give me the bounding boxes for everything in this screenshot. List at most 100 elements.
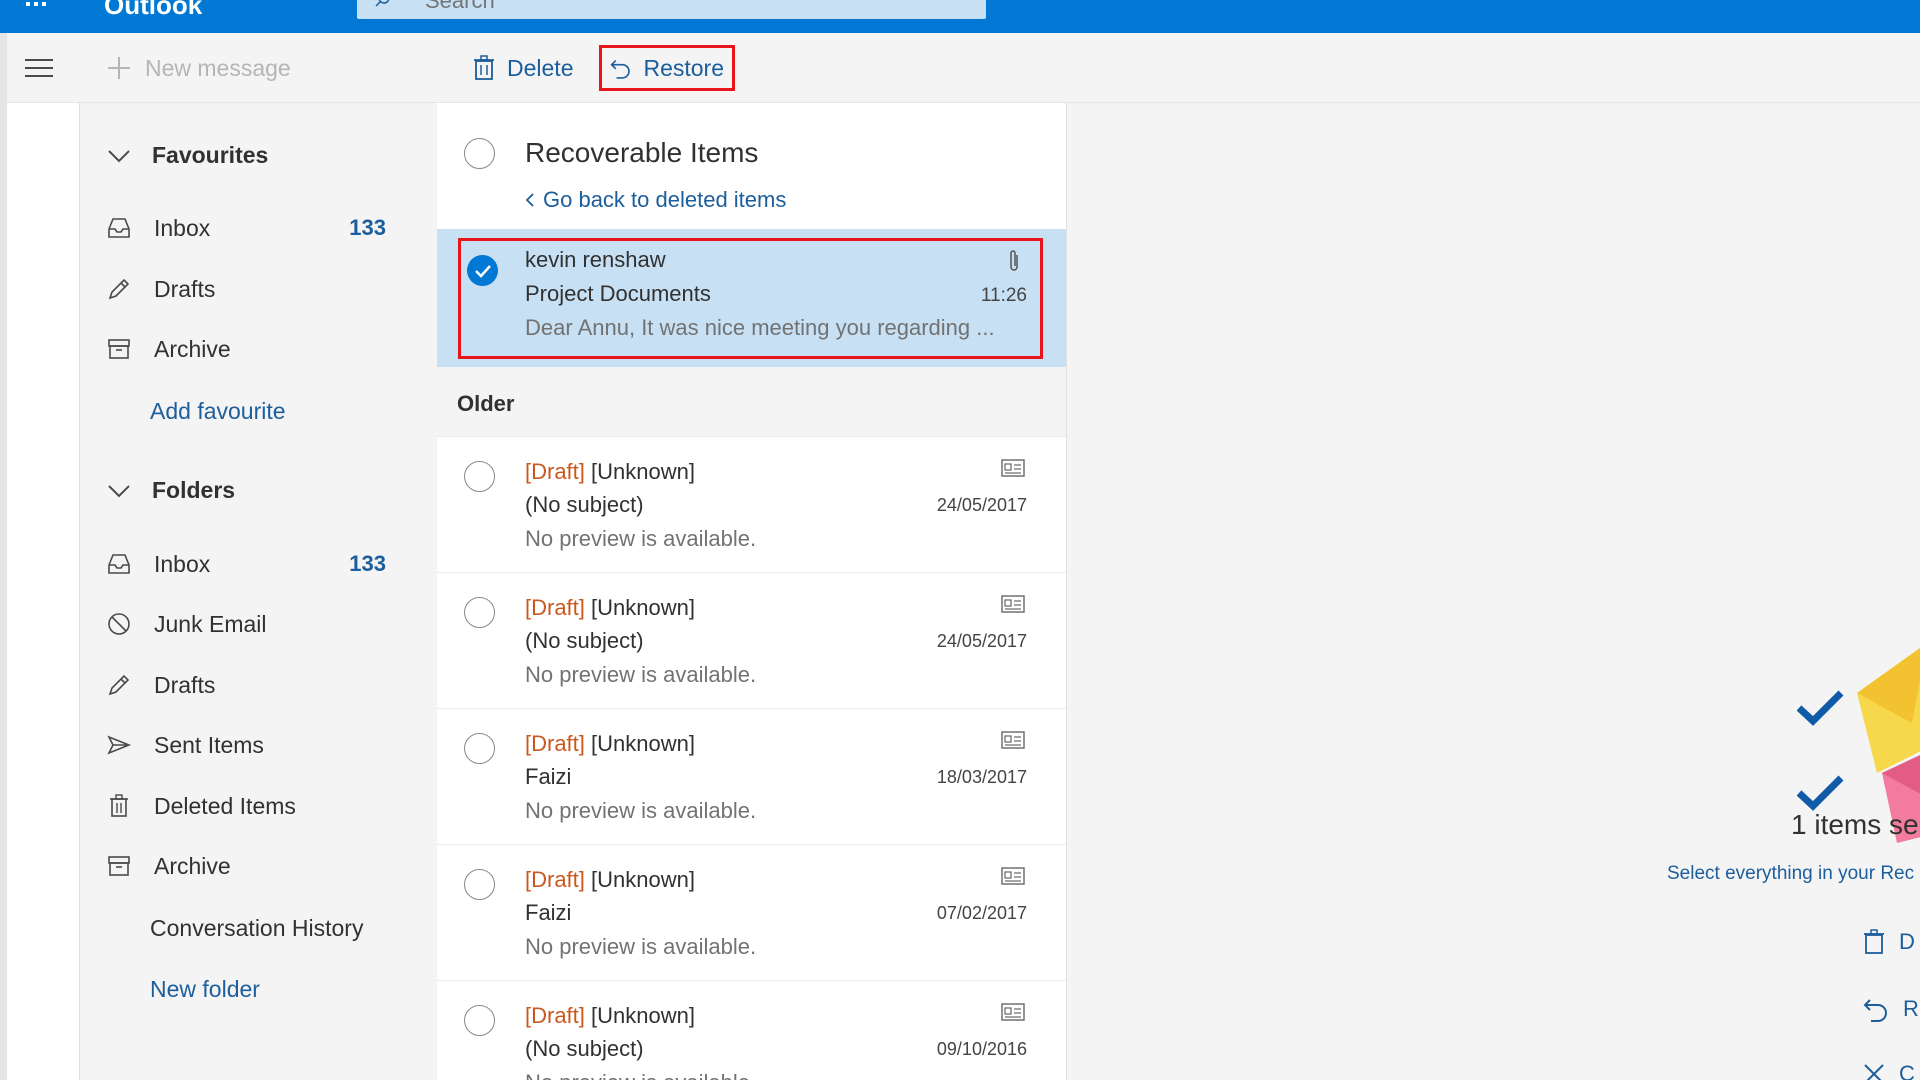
- contact-card-icon: [1001, 459, 1025, 477]
- sender-name: [Unknown]: [591, 459, 695, 484]
- delete-button[interactable]: Delete: [465, 45, 581, 91]
- nav-folder-inbox[interactable]: Inbox 133: [106, 544, 406, 584]
- plus-icon: [108, 57, 130, 79]
- message-date: 24/05/2017: [936, 495, 1027, 515]
- nav-item-label: Deleted Items: [154, 792, 296, 819]
- message-row[interactable]: [Draft] [Unknown] (No subject) 24/05/201…: [437, 437, 1066, 573]
- nav-folder-drafts[interactable]: Drafts: [106, 665, 406, 705]
- select-everything-link[interactable]: Select everything in your Rec: [1667, 863, 1914, 885]
- reading-cancel-label: C: [1899, 1061, 1915, 1080]
- message-checkbox[interactable]: [464, 597, 495, 628]
- message-checkbox[interactable]: [464, 869, 495, 900]
- message-date: 09/10/2016: [936, 1039, 1027, 1059]
- pencil-icon: [106, 672, 132, 698]
- nav-fav-drafts[interactable]: Drafts: [106, 269, 406, 309]
- inbox-icon: [106, 551, 132, 577]
- favourites-header[interactable]: Favourites: [108, 142, 268, 169]
- message-date: 24/05/2017: [936, 631, 1027, 651]
- chevron-down-icon: [108, 484, 130, 497]
- restore-button[interactable]: Restore: [599, 45, 735, 91]
- new-folder-link[interactable]: New folder: [150, 976, 260, 1003]
- nav-item-label: Archive: [154, 852, 231, 879]
- message-subject: (No subject): [525, 1036, 644, 1061]
- nav-item-label: Drafts: [154, 671, 216, 698]
- items-selected-text: 1 items sel: [1791, 809, 1920, 840]
- send-icon: [106, 732, 132, 758]
- nav-folder-archive[interactable]: Archive: [106, 846, 406, 886]
- sender-name: [Unknown]: [591, 867, 695, 892]
- app-title[interactable]: Outlook: [104, 0, 202, 21]
- selected-message-row[interactable]: kevin renshaw Project Documents 11:26 De…: [437, 229, 1066, 367]
- trash-icon: [474, 55, 494, 80]
- reading-delete-button[interactable]: D: [1863, 929, 1915, 955]
- go-back-link[interactable]: Go back to deleted items: [525, 187, 786, 213]
- message-preview: No preview is available.: [525, 662, 757, 687]
- app-launcher-icon[interactable]: [26, 0, 46, 6]
- reading-cancel-button[interactable]: C: [1863, 1061, 1915, 1080]
- archive-icon: [106, 336, 132, 362]
- nav-fav-archive[interactable]: Archive: [106, 329, 406, 369]
- message-preview: No preview is available.: [525, 526, 757, 551]
- draft-tag: [Draft]: [525, 1003, 585, 1028]
- new-message-button[interactable]: New message: [107, 51, 291, 85]
- search-input[interactable]: [425, 0, 945, 14]
- list-header: Recoverable Items Go back to deleted ite…: [437, 103, 1066, 229]
- nav-fav-inbox[interactable]: Inbox 133: [106, 208, 406, 248]
- nav-item-label: Inbox: [154, 214, 211, 241]
- add-favourite-link[interactable]: Add favourite: [150, 398, 286, 425]
- contact-card-icon: [1001, 1003, 1025, 1021]
- reading-pane: 1 items sel Select everything in your Re…: [1067, 103, 1920, 1080]
- nav-item-label: Drafts: [154, 275, 216, 302]
- page-title: Recoverable Items: [525, 137, 759, 168]
- message-time: 11:26: [980, 285, 1027, 306]
- nav-folder-junk[interactable]: Junk Email: [106, 604, 406, 644]
- sender-name: [Unknown]: [591, 1003, 695, 1028]
- draft-tag: [Draft]: [525, 459, 585, 484]
- suite-bar: Outlook: [0, 0, 1920, 33]
- undo-icon: [610, 59, 630, 79]
- message-subject: (No subject): [525, 628, 644, 653]
- nav-item-label: Junk Email: [154, 610, 267, 637]
- delete-label: Delete: [507, 54, 574, 81]
- message-sender: [Draft] [Unknown]: [525, 595, 695, 621]
- contact-card-icon: [1001, 595, 1025, 613]
- new-message-label: New message: [145, 54, 291, 81]
- message-date: 07/02/2017: [936, 903, 1027, 923]
- trash-icon: [1864, 929, 1884, 954]
- select-all-checkbox[interactable]: [464, 138, 495, 169]
- hamburger-menu-icon[interactable]: [25, 58, 55, 78]
- unread-count: 133: [349, 551, 386, 576]
- command-bar: New message Delete Restore: [7, 33, 1920, 103]
- message-checkbox[interactable]: [464, 733, 495, 764]
- chevron-left-icon: [525, 193, 534, 207]
- older-group-header: Older: [437, 367, 1066, 437]
- reading-restore-button[interactable]: R: [1863, 996, 1919, 1022]
- reading-delete-label: D: [1899, 929, 1915, 954]
- message-sender: kevin renshaw: [525, 247, 666, 272]
- message-row[interactable]: [Draft] [Unknown] Faizi 07/02/2017 No pr…: [437, 845, 1066, 981]
- paperclip-icon: [1010, 250, 1018, 271]
- search-box[interactable]: [357, 0, 986, 19]
- message-row[interactable]: [Draft] [Unknown] (No subject) 24/05/201…: [437, 573, 1066, 709]
- message-subject: (No subject): [525, 492, 644, 517]
- message-date: 18/03/2017: [936, 767, 1027, 787]
- draft-tag: [Draft]: [525, 731, 585, 756]
- sender-name: [Unknown]: [591, 595, 695, 620]
- message-checkbox[interactable]: [464, 461, 495, 492]
- folders-header[interactable]: Folders: [108, 477, 235, 504]
- message-sender: [Draft] [Unknown]: [525, 459, 695, 485]
- unread-count: 133: [349, 215, 386, 240]
- message-subject: Faizi: [525, 900, 572, 925]
- nav-folder-conversation-history[interactable]: Conversation History: [150, 915, 363, 942]
- nav-folder-sent[interactable]: Sent Items: [106, 725, 406, 765]
- reading-restore-label: R: [1903, 996, 1919, 1021]
- message-sender: [Draft] [Unknown]: [525, 731, 695, 757]
- favourites-label: Favourites: [152, 142, 269, 168]
- message-checkbox[interactable]: [464, 1005, 495, 1036]
- message-row[interactable]: [Draft] [Unknown] (No subject) 09/10/201…: [437, 981, 1066, 1080]
- left-edge: [0, 33, 7, 1080]
- message-row[interactable]: [Draft] [Unknown] Faizi 18/03/2017 No pr…: [437, 709, 1066, 845]
- draft-tag: [Draft]: [525, 867, 585, 892]
- message-preview: No preview is available.: [525, 798, 757, 823]
- nav-folder-deleted[interactable]: Deleted Items: [106, 786, 406, 826]
